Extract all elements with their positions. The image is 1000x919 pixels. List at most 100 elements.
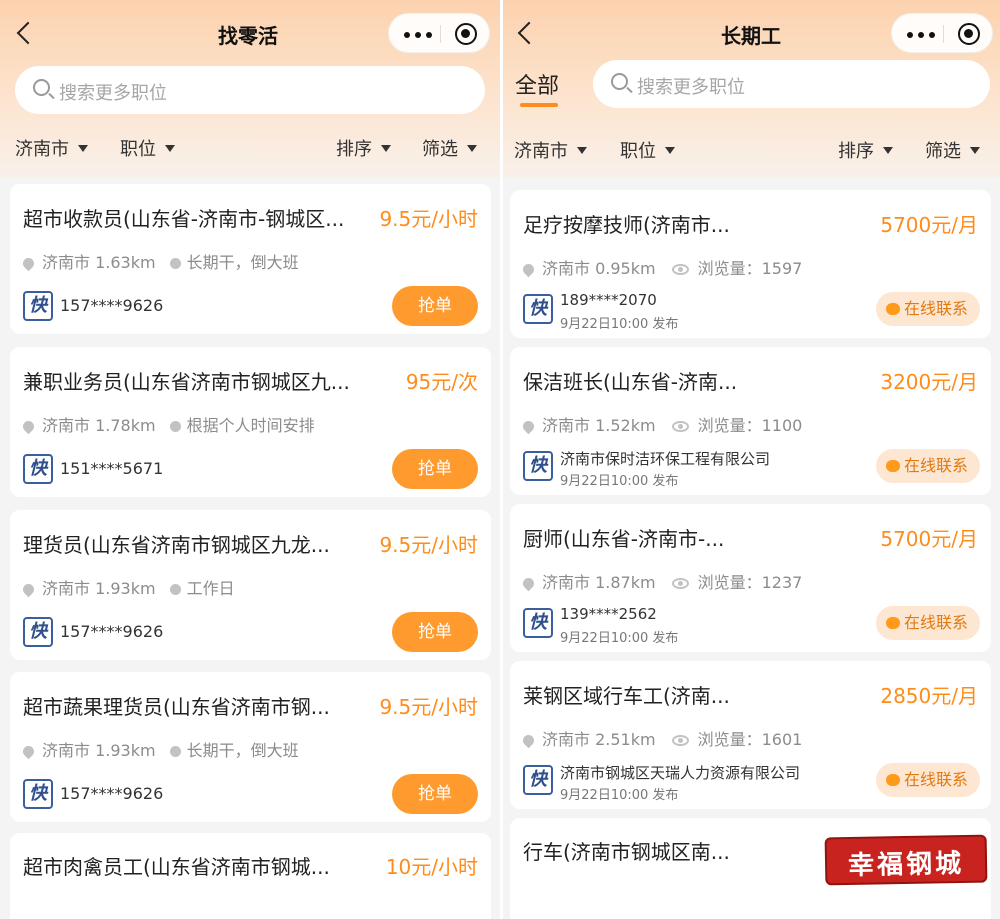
online-contact-label: 在线联系 <box>904 613 969 632</box>
job-pay: 95元/次 <box>405 370 478 394</box>
job-phone: 157****9626 <box>60 296 164 315</box>
online-contact-label: 在线联系 <box>904 770 969 789</box>
job-title: 厨师(山东省-济南市-... <box>523 527 725 551</box>
search-placeholder: 搜索更多职位 <box>59 83 167 104</box>
grab-order-button[interactable]: 抢单 <box>392 774 478 814</box>
job-phone: 151****5671 <box>60 459 164 478</box>
triangle-down-icon <box>467 145 477 152</box>
job-location: 济南市 2.51km <box>542 730 656 749</box>
search-icon <box>611 73 628 90</box>
triangle-down-icon <box>165 145 175 152</box>
job-views: 浏览量：1237 <box>697 573 803 592</box>
job-card[interactable]: 厨师(山东省-济南市-... 5700元/月 济南市 1.87km 浏览量：123… <box>510 504 991 652</box>
tab-all[interactable]: 全部 <box>515 68 559 100</box>
job-card[interactable]: 保洁班长(山东省-济南... 3200元/月 济南市 1.52km 浏览量：110… <box>510 347 991 495</box>
clock-icon <box>169 584 181 595</box>
job-location: 济南市 1.93km <box>42 579 156 598</box>
filter-city[interactable]: 济南市 <box>514 137 587 163</box>
filter-sort-label: 排序 <box>336 139 372 160</box>
job-location: 济南市 1.93km <box>42 741 156 760</box>
close-target-icon[interactable] <box>958 23 980 45</box>
job-title: 莱钢区域行车工(济南... <box>523 684 730 708</box>
job-title: 保洁班长(山东省-济南... <box>523 370 738 394</box>
online-contact-label: 在线联系 <box>904 299 969 318</box>
location-pin-icon <box>20 743 37 760</box>
chat-bubble-icon <box>886 460 900 472</box>
filter-position-label: 职位 <box>620 141 656 162</box>
publish-date: 9月22日10:00 发布 <box>560 631 679 646</box>
close-target-icon[interactable] <box>455 23 477 45</box>
more-icon[interactable] <box>904 24 944 44</box>
filter-sort[interactable]: 排序 <box>838 137 893 163</box>
filter-position[interactable]: 职位 <box>620 137 675 163</box>
kuai-logo-icon: 快 <box>23 291 53 321</box>
filter-screen[interactable]: 筛选 <box>422 135 477 161</box>
triangle-down-icon <box>883 147 893 154</box>
job-location: 济南市 0.95km <box>542 259 656 278</box>
triangle-down-icon <box>665 147 675 154</box>
job-card[interactable]: 超市蔬果理货员(山东省济南市钢... 9.5元/小时 济南市 1.93km 长期干… <box>10 672 491 822</box>
job-card[interactable]: 莱钢区域行车工(济南... 2850元/月 济南市 2.51km 浏览量：1601… <box>510 661 991 809</box>
job-card[interactable]: 兼职业务员(山东省济南市钢城区九... 95元/次 济南市 1.78km 根据个人… <box>10 347 491 497</box>
filter-position-label: 职位 <box>120 139 156 160</box>
publish-date: 9月22日10:00 发布 <box>560 788 679 803</box>
search-input[interactable]: 搜索更多职位 <box>593 60 990 108</box>
kuai-logo-icon: 快 <box>523 765 553 795</box>
online-contact-button[interactable]: 在线联系 <box>876 292 980 326</box>
back-arrow-icon[interactable] <box>511 18 541 48</box>
job-card[interactable]: 足疗按摩技师(济南市... 5700元/月 济南市 0.95km 浏览量：1597… <box>510 190 991 338</box>
location-pin-icon <box>520 575 537 592</box>
grab-order-button[interactable]: 抢单 <box>392 286 478 326</box>
clock-icon <box>169 746 181 757</box>
filter-position[interactable]: 职位 <box>120 135 175 161</box>
filter-city-label: 济南市 <box>15 139 69 160</box>
filter-screen-label: 筛选 <box>925 141 961 162</box>
location-pin-icon <box>520 418 537 435</box>
job-schedule: 根据个人时间安排 <box>186 416 315 435</box>
eye-icon <box>671 264 689 275</box>
eye-icon <box>671 735 689 746</box>
job-card[interactable]: 超市收款员(山东省-济南市-钢城区... 9.5元/小时 济南市 1.63km 长… <box>10 184 491 334</box>
publisher-name: 139****2562 <box>560 605 657 623</box>
filter-city[interactable]: 济南市 <box>15 135 88 161</box>
eye-icon <box>671 578 689 589</box>
grab-order-button[interactable]: 抢单 <box>392 612 478 652</box>
job-pay: 9.5元/小时 <box>379 207 478 231</box>
job-phone: 157****9626 <box>60 622 164 641</box>
chat-bubble-icon <box>886 617 900 629</box>
job-card[interactable]: 超市肉禽员工(山东省济南市钢城... 10元/小时 <box>10 833 491 919</box>
clock-icon <box>169 258 181 269</box>
job-views: 浏览量：1597 <box>697 259 803 278</box>
online-contact-button[interactable]: 在线联系 <box>876 763 980 797</box>
triangle-down-icon <box>381 145 391 152</box>
triangle-down-icon <box>577 147 587 154</box>
back-arrow-icon[interactable] <box>10 18 40 48</box>
filter-sort-label: 排序 <box>838 141 874 162</box>
chat-bubble-icon <box>886 774 900 786</box>
job-location: 济南市 1.52km <box>542 416 656 435</box>
job-card[interactable]: 理货员(山东省济南市钢城区九龙... 9.5元/小时 济南市 1.93km 工作日… <box>10 510 491 660</box>
job-title: 行车(济南市钢城区南... <box>523 840 730 864</box>
right-screen: 长期工 全部 搜索更多职位 济南市 职位 排序 筛选 足疗按摩技师(济南市...… <box>503 0 1000 919</box>
job-views: 浏览量：1601 <box>697 730 803 749</box>
online-contact-button[interactable]: 在线联系 <box>876 449 980 483</box>
search-input[interactable]: 搜索更多职位 <box>15 66 485 114</box>
job-title: 理货员(山东省济南市钢城区九龙... <box>23 533 330 557</box>
job-schedule: 工作日 <box>186 579 235 598</box>
capsule-divider <box>440 25 441 43</box>
watermark-stamp: 幸福钢城 <box>824 834 988 886</box>
online-contact-button[interactable]: 在线联系 <box>876 606 980 640</box>
grab-order-button[interactable]: 抢单 <box>392 449 478 489</box>
publish-date: 9月22日10:00 发布 <box>560 474 679 489</box>
kuai-logo-icon: 快 <box>23 779 53 809</box>
filter-screen[interactable]: 筛选 <box>925 137 980 163</box>
job-pay: 5700元/月 <box>880 527 978 551</box>
more-icon[interactable] <box>401 24 441 44</box>
filter-sort[interactable]: 排序 <box>336 135 391 161</box>
job-title: 超市蔬果理货员(山东省济南市钢... <box>23 695 330 719</box>
publish-date: 9月22日10:00 发布 <box>560 317 679 332</box>
job-title: 兼职业务员(山东省济南市钢城区九... <box>23 370 350 394</box>
location-pin-icon <box>520 732 537 749</box>
online-contact-label: 在线联系 <box>904 456 969 475</box>
clock-icon <box>169 421 181 432</box>
